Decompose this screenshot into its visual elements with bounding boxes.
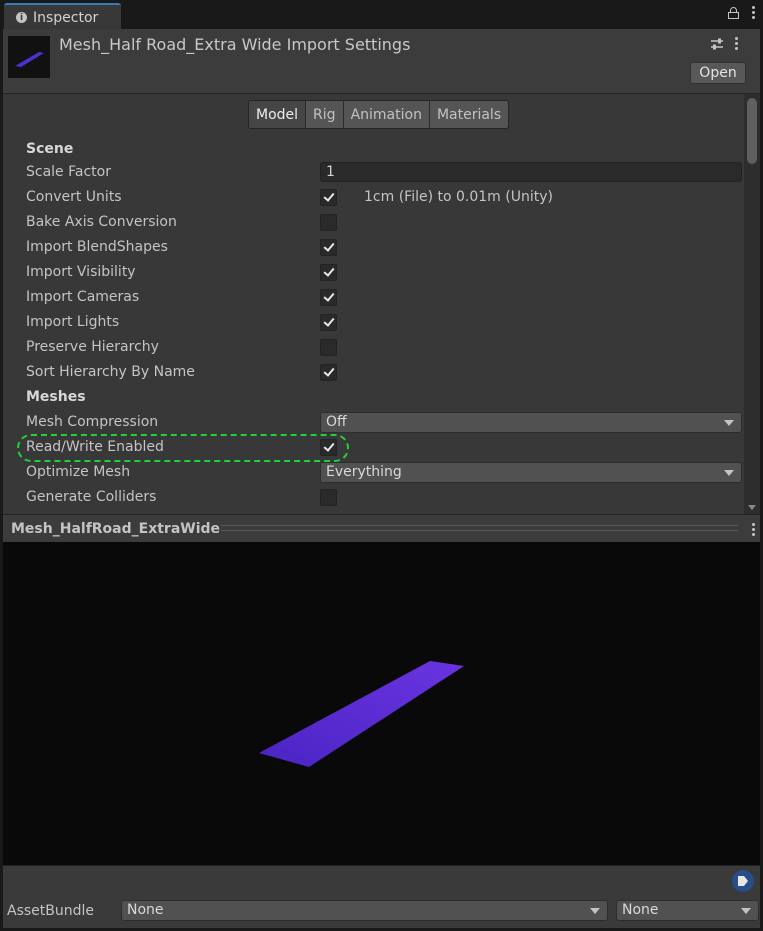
import-lights-label: Import Lights: [26, 314, 120, 330]
open-button[interactable]: Open: [690, 62, 746, 84]
importer-tabs: Model Rig Animation Materials: [248, 100, 510, 129]
mesh-road-plane: [259, 661, 464, 767]
mesh-thumbnail: [8, 36, 50, 78]
import-visibility-row: Import Visibility: [26, 261, 746, 286]
chevron-down-icon: [724, 420, 734, 426]
preview-title: Mesh_HalfRoad_ExtraWide: [11, 521, 221, 537]
import-lights-row: Import Lights: [26, 311, 746, 336]
generate-colliders-checkbox[interactable]: [320, 489, 337, 506]
preview-resize-grip[interactable]: [221, 525, 738, 531]
preserve-hierarchy-label: Preserve Hierarchy: [26, 339, 159, 355]
sort-hierarchy-label: Sort Hierarchy By Name: [26, 364, 195, 380]
preserve-hierarchy-row: Preserve Hierarchy: [26, 336, 746, 361]
optimize-mesh-label: Optimize Mesh: [26, 464, 131, 480]
convert-units-label: Convert Units: [26, 189, 122, 205]
convert-units-note: 1cm (File) to 0.01m (Unity): [364, 189, 553, 205]
preset-sliders-icon[interactable]: [710, 38, 724, 50]
lock-icon[interactable]: [728, 7, 739, 19]
scene-heading: Scene: [26, 141, 74, 157]
sort-hierarchy-checkbox[interactable]: [320, 364, 337, 381]
generate-colliders-label: Generate Colliders: [26, 489, 157, 505]
mesh-preview-viewport[interactable]: [3, 542, 760, 865]
scale-factor-input[interactable]: 1: [320, 162, 742, 182]
read-write-row: Read/Write Enabled: [26, 436, 746, 461]
convert-units-checkbox[interactable]: [320, 189, 337, 206]
import-cameras-row: Import Cameras: [26, 286, 746, 311]
scrollbar-thumb[interactable]: [747, 98, 757, 164]
bake-axis-row: Bake Axis Conversion: [26, 211, 746, 236]
import-visibility-checkbox[interactable]: [320, 264, 337, 281]
preview-menu-icon[interactable]: [751, 523, 755, 536]
import-cameras-checkbox[interactable]: [320, 289, 337, 306]
header-icons: [710, 37, 738, 50]
mesh-compression-value: Off: [326, 414, 347, 430]
optimize-mesh-dropdown[interactable]: Everything: [320, 462, 742, 483]
scale-factor-row: Scale Factor 1: [26, 161, 746, 186]
import-blendshapes-checkbox[interactable]: [320, 239, 337, 256]
chevron-down-icon: [741, 908, 751, 914]
mesh-compression-row: Mesh Compression Off: [26, 411, 746, 436]
import-cameras-label: Import Cameras: [26, 289, 140, 305]
page-title: Mesh_Half Road_Extra Wide Import Setting…: [59, 35, 411, 54]
import-settings-panel: Model Rig Animation Materials Scene Scal…: [3, 94, 760, 514]
sort-hierarchy-row: Sort Hierarchy By Name: [26, 361, 746, 386]
import-blendshapes-label: Import BlendShapes: [26, 239, 168, 255]
tab-model[interactable]: Model: [249, 101, 307, 128]
asset-labels-tag-icon[interactable]: [732, 870, 754, 892]
tab-animation[interactable]: Animation: [343, 101, 430, 128]
info-icon: i: [16, 12, 27, 23]
assetbundle-label: AssetBundle: [7, 903, 95, 919]
import-blendshapes-row: Import BlendShapes: [26, 236, 746, 261]
optimize-mesh-row: Optimize Mesh Everything: [26, 461, 746, 486]
tab-rig[interactable]: Rig: [306, 101, 344, 128]
tab-materials[interactable]: Materials: [429, 101, 509, 128]
import-lights-checkbox[interactable]: [320, 314, 337, 331]
import-visibility-label: Import Visibility: [26, 264, 136, 280]
meshes-heading: Meshes: [26, 389, 86, 405]
tab-inspector-label: Inspector: [33, 9, 99, 26]
assetbundle-name-dropdown[interactable]: None: [121, 900, 608, 921]
window-menu-icon[interactable]: [751, 6, 755, 19]
mesh-compression-dropdown[interactable]: Off: [320, 412, 742, 433]
vertical-scrollbar[interactable]: [744, 94, 760, 514]
asset-labels-area: AssetBundle None None: [3, 865, 760, 928]
assetbundle-variant-dropdown[interactable]: None: [616, 900, 759, 921]
preview-header[interactable]: Mesh_HalfRoad_ExtraWide: [3, 514, 760, 542]
read-write-checkbox[interactable]: [320, 439, 337, 456]
scroll-down-arrow-icon[interactable]: [748, 505, 756, 510]
scale-factor-label: Scale Factor: [26, 164, 111, 180]
bake-axis-checkbox[interactable]: [320, 214, 337, 231]
window-controls: [728, 6, 755, 19]
component-menu-icon[interactable]: [734, 37, 738, 50]
inspector-header: Mesh_Half Road_Extra Wide Import Setting…: [3, 29, 760, 94]
chevron-down-icon: [724, 470, 734, 476]
assetbundle-variant-wrapper: None: [616, 900, 759, 922]
bake-axis-label: Bake Axis Conversion: [26, 214, 177, 230]
generate-colliders-row: Generate Colliders: [26, 486, 746, 511]
tab-inspector[interactable]: i Inspector: [4, 3, 121, 30]
convert-units-row: Convert Units 1cm (File) to 0.01m (Unity…: [26, 186, 746, 211]
window-tab-bar: i Inspector: [0, 0, 763, 30]
optimize-mesh-value: Everything: [326, 464, 402, 480]
read-write-label: Read/Write Enabled: [26, 439, 164, 455]
assetbundle-variant-value: None: [622, 902, 659, 918]
mesh-compression-label: Mesh Compression: [26, 414, 159, 430]
chevron-down-icon: [590, 908, 600, 914]
assetbundle-name-value: None: [127, 902, 164, 918]
preserve-hierarchy-checkbox[interactable]: [320, 339, 337, 356]
assetbundle-name-wrapper: None: [121, 900, 608, 922]
